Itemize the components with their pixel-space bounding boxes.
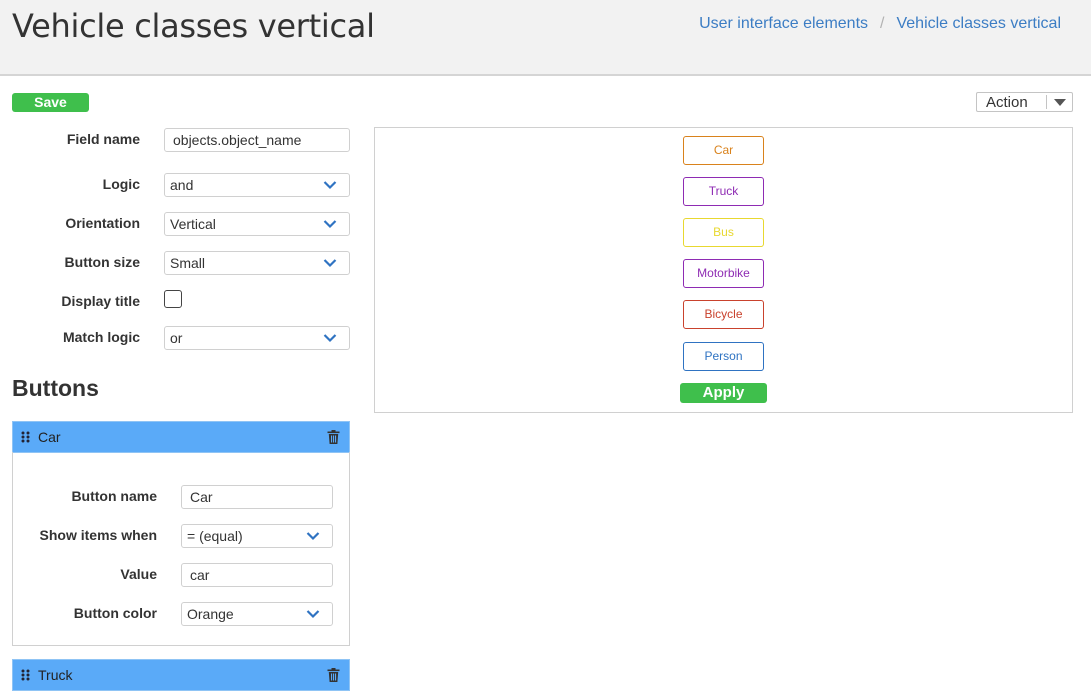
button-size-label: Button size	[64, 254, 140, 270]
breadcrumb: User interface elements / Vehicle classe…	[699, 15, 1061, 33]
page-title: Vehicle classes vertical	[12, 7, 375, 45]
value-input[interactable]: car	[181, 563, 333, 587]
display-title-label: Display title	[61, 293, 140, 309]
trash-icon[interactable]	[327, 668, 340, 682]
button-name-input[interactable]: Car	[181, 485, 333, 509]
drag-handle-icon[interactable]	[21, 431, 31, 443]
button-panel-name: Truck	[38, 667, 73, 683]
buttons-section-title: Buttons	[12, 375, 99, 401]
vehicle-button-car[interactable]: Car	[683, 136, 764, 165]
button-size-value: Small	[170, 255, 206, 271]
display-title-checkbox[interactable]	[164, 290, 182, 308]
button-color-value: Orange	[187, 606, 234, 622]
page-header: Vehicle classes vertical User interface …	[0, 0, 1091, 76]
value-label: Value	[120, 566, 157, 582]
button-size-select[interactable]: Small	[164, 251, 350, 275]
button-name-label: Button name	[71, 488, 157, 504]
chevron-down-icon	[323, 259, 337, 268]
button-panel-header-truck[interactable]: Truck	[12, 659, 350, 691]
caret-down-icon[interactable]	[1047, 98, 1072, 106]
vehicle-button-bus[interactable]: Bus	[683, 218, 764, 247]
action-label: Action	[986, 93, 1028, 111]
show-items-when-label: Show items when	[39, 527, 157, 543]
chevron-down-icon	[323, 334, 337, 343]
chevron-down-icon	[306, 610, 320, 619]
preview-panel: Car Truck Bus Motorbike Bicycle Person A…	[374, 127, 1073, 413]
button-color-select[interactable]: Orange	[181, 602, 333, 626]
match-logic-select[interactable]: or	[164, 326, 350, 350]
drag-handle-icon[interactable]	[21, 669, 31, 681]
chevron-down-icon	[306, 532, 320, 541]
field-name-input[interactable]: objects.object_name	[164, 128, 350, 152]
orientation-label: Orientation	[65, 215, 140, 231]
match-logic-label: Match logic	[62, 329, 140, 345]
logic-label: Logic	[102, 176, 140, 192]
show-items-when-select[interactable]: = (equal)	[181, 524, 333, 548]
match-logic-value: or	[170, 330, 183, 346]
apply-button[interactable]: Apply	[680, 383, 767, 403]
breadcrumb-separator: /	[880, 15, 885, 32]
orientation-select[interactable]: Vertical	[164, 212, 350, 236]
action-dropdown-button[interactable]: Action	[976, 92, 1073, 112]
vehicle-button-bicycle[interactable]: Bicycle	[683, 300, 764, 329]
logic-select[interactable]: and	[164, 173, 350, 197]
chevron-down-icon	[323, 181, 337, 190]
field-name-label: Field name	[66, 131, 140, 147]
chevron-down-icon	[323, 220, 337, 229]
orientation-value: Vertical	[170, 216, 216, 232]
breadcrumb-link-current[interactable]: Vehicle classes vertical	[896, 15, 1061, 33]
show-items-when-value: = (equal)	[187, 528, 243, 544]
vehicle-button-person[interactable]: Person	[683, 342, 764, 371]
button-panel-header-car[interactable]: Car	[12, 421, 350, 453]
breadcrumb-link-ui-elements[interactable]: User interface elements	[699, 15, 868, 33]
vehicle-button-truck[interactable]: Truck	[683, 177, 764, 206]
logic-value: and	[170, 177, 194, 193]
button-color-label: Button color	[73, 605, 157, 621]
vehicle-button-motorbike[interactable]: Motorbike	[683, 259, 764, 288]
trash-icon[interactable]	[327, 430, 340, 444]
save-button[interactable]: Save	[12, 93, 89, 112]
button-panel-name: Car	[38, 429, 61, 445]
